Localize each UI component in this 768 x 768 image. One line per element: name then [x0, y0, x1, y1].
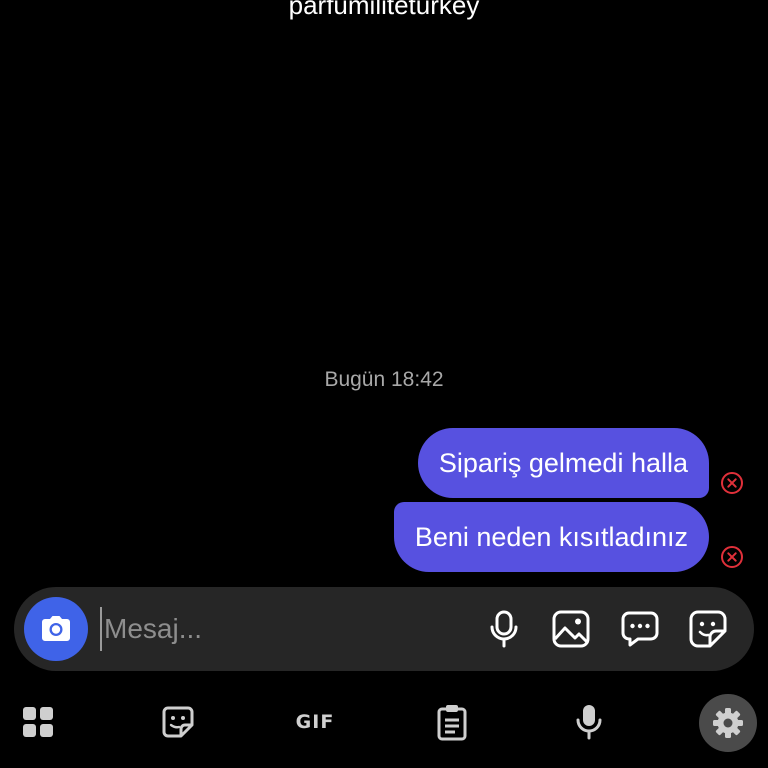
- gif-button[interactable]: GIF: [292, 702, 338, 742]
- gallery-button[interactable]: [551, 609, 591, 649]
- keyboard-sticker-button[interactable]: [158, 702, 198, 742]
- voice-input-button[interactable]: [569, 702, 609, 742]
- voice-message-button[interactable]: [484, 609, 524, 649]
- message-text: Beni neden kısıtladınız: [414, 521, 688, 552]
- chat-bubble-icon: [621, 611, 659, 647]
- gallery-icon: [552, 610, 590, 648]
- chat-screen: parfumiliteturkey Bugün 18:42 Sipariş ge…: [0, 0, 768, 768]
- sticker-icon: [689, 610, 727, 648]
- keyboard-apps-button[interactable]: [18, 702, 58, 742]
- apps-grid-icon: [23, 707, 53, 737]
- clipboard-icon: [437, 705, 467, 741]
- camera-icon: [42, 616, 70, 641]
- chat-username[interactable]: parfumiliteturkey: [0, 0, 768, 20]
- clipboard-button[interactable]: [432, 702, 472, 742]
- sticker-button[interactable]: [688, 609, 728, 649]
- send-failed-icon[interactable]: [720, 545, 744, 569]
- voice-input-icon: [576, 705, 602, 740]
- settings-icon: [713, 708, 743, 738]
- message-input[interactable]: [100, 607, 464, 651]
- camera-button[interactable]: [24, 597, 88, 661]
- message-composer: [14, 587, 754, 671]
- keyboard-settings-button[interactable]: [699, 694, 757, 752]
- chat-bubble-button[interactable]: [620, 609, 660, 649]
- message-timestamp: Bugün 18:42: [324, 368, 444, 391]
- sticker-icon: [162, 706, 194, 738]
- message-text: Sipariş gelmedi halla: [438, 447, 688, 478]
- send-failed-icon[interactable]: [720, 471, 744, 495]
- message-bubble[interactable]: Beni neden kısıtladınız: [393, 502, 709, 572]
- message-bubble[interactable]: Sipariş gelmedi halla: [417, 428, 709, 498]
- gif-icon: GIF: [295, 711, 335, 733]
- microphone-icon: [490, 610, 518, 648]
- keyboard-toolbar: GIF: [0, 680, 768, 768]
